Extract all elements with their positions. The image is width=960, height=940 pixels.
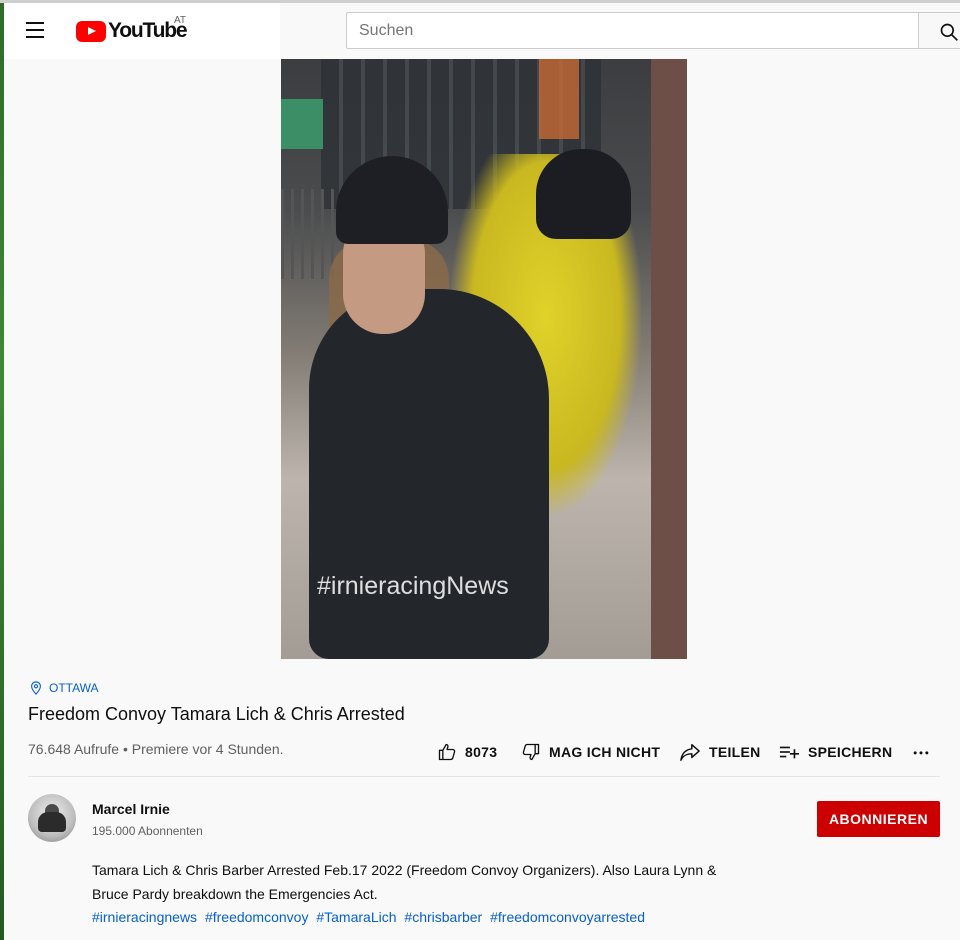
country-code: AT xyxy=(174,15,187,26)
location-link[interactable]: OTTAWA xyxy=(30,681,99,695)
dislike-label: MAG ICH NICHT xyxy=(549,744,661,760)
share-button[interactable]: TEILEN xyxy=(679,740,761,764)
video-title: Freedom Convoy Tamara Lich & Chris Arres… xyxy=(28,704,405,724)
description-text: Tamara Lich & Chris Barber Arrested Feb.… xyxy=(92,862,717,902)
hashtag-link[interactable]: #TamaraLich xyxy=(316,909,396,925)
video-sign xyxy=(281,99,323,149)
search-icon xyxy=(940,23,958,41)
hashtag-link[interactable]: #freedomconvoyarrested xyxy=(490,909,645,925)
search-box xyxy=(346,12,918,49)
share-icon xyxy=(680,744,700,761)
video-woman-coat xyxy=(309,289,549,659)
video-light xyxy=(539,59,579,139)
location-pin-icon xyxy=(31,681,41,695)
search-button[interactable] xyxy=(918,12,960,49)
thumbs-up-icon xyxy=(438,743,456,761)
thumbs-down-icon xyxy=(522,743,540,761)
divider xyxy=(28,776,940,777)
dislike-button[interactable]: MAG ICH NICHT xyxy=(521,740,660,764)
subscriber-count: 195.000 Abonnenten xyxy=(92,824,203,838)
channel-name[interactable]: Marcel Irnie xyxy=(92,801,170,817)
action-bar: 8073 MAG ICH NICHT TEILEN SPEICHERN xyxy=(0,740,960,764)
desktop-edge xyxy=(0,0,4,940)
avatar-motorbike xyxy=(38,812,66,832)
channel-avatar[interactable] xyxy=(28,794,76,842)
save-button[interactable]: SPEICHERN xyxy=(778,740,892,764)
hashtag-link[interactable]: #irnieracingnews xyxy=(92,909,197,925)
share-label: TEILEN xyxy=(709,744,761,760)
like-button[interactable]: 8073 xyxy=(437,740,497,764)
more-horizontal-icon xyxy=(913,751,929,755)
subscribe-button[interactable]: ABONNIEREN xyxy=(817,801,940,837)
hashtag-link[interactable]: #freedomconvoy xyxy=(205,909,309,925)
youtube-logo[interactable]: YouTube AT xyxy=(76,15,188,43)
playlist-add-icon xyxy=(779,746,799,759)
location-label: OTTAWA xyxy=(49,681,99,695)
play-logo-icon xyxy=(76,20,106,42)
video-officer-hat xyxy=(536,149,631,239)
save-label: SPEICHERN xyxy=(808,744,893,760)
video-wall xyxy=(651,59,687,659)
menu-icon[interactable] xyxy=(26,22,52,40)
more-button[interactable] xyxy=(910,740,940,764)
search-input[interactable] xyxy=(347,13,918,48)
video-player[interactable]: #irnieracingNews xyxy=(281,59,687,659)
hashtag-list: #irnieracingnews #freedomconvoy #TamaraL… xyxy=(92,906,649,928)
video-watermark: #irnieracingNews xyxy=(317,572,509,600)
like-count: 8073 xyxy=(465,744,498,760)
hashtag-link[interactable]: #chrisbarber xyxy=(404,909,482,925)
